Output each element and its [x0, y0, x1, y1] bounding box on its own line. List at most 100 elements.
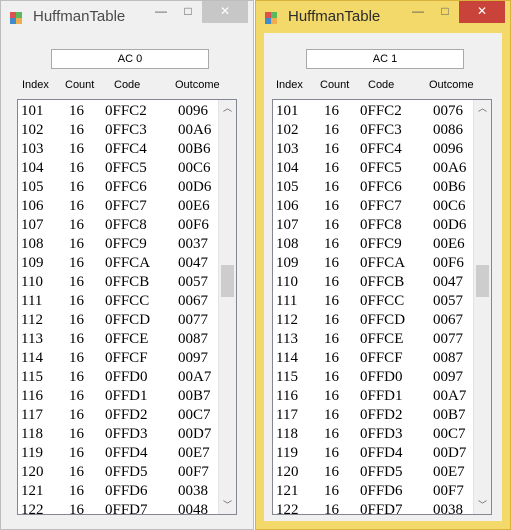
huffman-listbox[interactable]: 101 16 0FFC2 0076 102 16 0FFC3 0086 103 16 0FFC4 00… — [272, 99, 492, 515]
list-item[interactable]: 111 16 0FFCC 0067 — [18, 292, 219, 311]
list-item[interactable]: 103 16 0FFC4 0096 — [273, 140, 474, 159]
huffman-app-icon — [265, 12, 277, 24]
huffman-listbox[interactable]: 101 16 0FFC2 0096 102 16 0FFC3 00A6 103 16 0FFC4 00… — [17, 99, 237, 515]
list-item[interactable]: 102 16 0FFC3 0086 — [273, 121, 474, 140]
list-item[interactable]: 106 16 0FFC7 00C6 — [273, 197, 474, 216]
chevron-down-icon: ﹀ — [477, 500, 487, 510]
cell-outcome: 00C6 — [433, 198, 466, 214]
cell-outcome: 00B6 — [433, 179, 466, 195]
maximize-button[interactable]: □ — [175, 1, 201, 23]
scroll-thumb[interactable] — [476, 265, 489, 297]
list-item[interactable]: 102 16 0FFC3 00A6 — [18, 121, 219, 140]
list-item[interactable]: 121 16 0FFD6 00F7 — [273, 482, 474, 501]
cell-code: 0FFC3 — [105, 122, 147, 138]
list-item[interactable]: 106 16 0FFC7 00E6 — [18, 197, 219, 216]
cell-outcome: 00F7 — [178, 464, 209, 480]
list-item[interactable]: 113 16 0FFCE 0087 — [18, 330, 219, 349]
list-item[interactable]: 113 16 0FFCE 0077 — [273, 330, 474, 349]
scroll-thumb[interactable] — [221, 265, 234, 297]
title-bar[interactable]: HuffmanTable — □ ✕ — [1, 1, 253, 33]
list-item[interactable]: 112 16 0FFCD 0067 — [273, 311, 474, 330]
cell-count: 16 — [324, 293, 339, 309]
ac-table-textbox[interactable]: AC 1 — [306, 49, 464, 69]
cell-code: 0FFC7 — [360, 198, 402, 214]
list-item[interactable]: 111 16 0FFCC 0057 — [273, 292, 474, 311]
cell-code: 0FFC8 — [360, 217, 402, 233]
cell-index: 101 — [276, 103, 299, 119]
list-item[interactable]: 121 16 0FFD6 0038 — [18, 482, 219, 501]
ac-table-textbox[interactable]: AC 0 — [51, 49, 209, 69]
list-item[interactable]: 114 16 0FFCF 0087 — [273, 349, 474, 368]
list-item[interactable]: 101 16 0FFC2 0076 — [273, 102, 474, 121]
cell-index: 111 — [21, 293, 43, 309]
list-item[interactable]: 115 16 0FFD0 0097 — [273, 368, 474, 387]
minimize-icon: — — [412, 4, 424, 18]
vertical-scrollbar[interactable]: ︿ ﹀ — [218, 100, 236, 514]
list-item[interactable]: 119 16 0FFD4 00D7 — [273, 444, 474, 463]
list-item[interactable]: 117 16 0FFD2 00C7 — [18, 406, 219, 425]
list-item[interactable]: 104 16 0FFC5 00A6 — [273, 159, 474, 178]
list-item[interactable]: 105 16 0FFC6 00B6 — [273, 178, 474, 197]
list-item[interactable]: 108 16 0FFC9 00E6 — [273, 235, 474, 254]
cell-index: 118 — [276, 426, 298, 442]
cell-count: 16 — [324, 141, 339, 157]
close-button[interactable]: ✕ — [459, 1, 505, 23]
list-item[interactable]: 116 16 0FFD1 00B7 — [18, 387, 219, 406]
cell-code: 0FFC3 — [360, 122, 402, 138]
list-item[interactable]: 104 16 0FFC5 00C6 — [18, 159, 219, 178]
cell-code: 0FFCD — [105, 312, 151, 328]
list-item[interactable]: 120 16 0FFD5 00F7 — [18, 463, 219, 482]
cell-index: 111 — [276, 293, 298, 309]
cell-outcome: 0097 — [178, 350, 208, 366]
list-item[interactable]: 118 16 0FFD3 00D7 — [18, 425, 219, 444]
header-code: Code — [114, 79, 141, 91]
list-item[interactable]: 109 16 0FFCA 00F6 — [273, 254, 474, 273]
list-item[interactable]: 105 16 0FFC6 00D6 — [18, 178, 219, 197]
close-button[interactable]: ✕ — [202, 1, 248, 23]
list-item[interactable]: 118 16 0FFD3 00C7 — [273, 425, 474, 444]
list-item[interactable]: 117 16 0FFD2 00B7 — [273, 406, 474, 425]
cell-count: 16 — [324, 483, 339, 499]
list-item[interactable]: 122 16 0FFD7 0048 — [18, 501, 219, 514]
scroll-up-button[interactable]: ︿ — [474, 100, 491, 117]
cell-code: 0FFC4 — [105, 141, 147, 157]
cell-count: 16 — [324, 369, 339, 385]
title-bar[interactable]: HuffmanTable — □ ✕ — [256, 1, 510, 33]
list-item[interactable]: 116 16 0FFD1 00A7 — [273, 387, 474, 406]
maximize-button[interactable]: □ — [432, 1, 458, 23]
cell-count: 16 — [69, 350, 84, 366]
cell-count: 16 — [324, 236, 339, 252]
cell-outcome: 0037 — [178, 236, 208, 252]
scroll-down-button[interactable]: ﹀ — [474, 497, 491, 514]
list-item[interactable]: 107 16 0FFC8 00D6 — [273, 216, 474, 235]
list-item[interactable]: 101 16 0FFC2 0096 — [18, 102, 219, 121]
cell-index: 122 — [276, 502, 299, 515]
list-item[interactable]: 112 16 0FFCD 0077 — [18, 311, 219, 330]
vertical-scrollbar[interactable]: ︿ ﹀ — [473, 100, 491, 514]
list-item[interactable]: 119 16 0FFD4 00E7 — [18, 444, 219, 463]
list-item[interactable]: 110 16 0FFCB 0047 — [273, 273, 474, 292]
cell-code: 0FFCC — [360, 293, 405, 309]
list-item[interactable]: 107 16 0FFC8 00F6 — [18, 216, 219, 235]
list-item[interactable]: 114 16 0FFCF 0097 — [18, 349, 219, 368]
cell-code: 0FFC5 — [360, 160, 402, 176]
header-count: Count — [320, 79, 350, 91]
cell-count: 16 — [324, 274, 339, 290]
list-item[interactable]: 122 16 0FFD7 0038 — [273, 501, 474, 515]
cell-code: 0FFC6 — [105, 179, 147, 195]
minimize-button[interactable]: — — [148, 1, 174, 23]
list-item[interactable]: 120 16 0FFD5 00E7 — [273, 463, 474, 482]
cell-index: 110 — [276, 274, 298, 290]
minimize-button[interactable]: — — [405, 1, 431, 23]
cell-count: 16 — [69, 217, 84, 233]
list-item[interactable]: 115 16 0FFD0 00A7 — [18, 368, 219, 387]
scroll-down-button[interactable]: ﹀ — [219, 497, 236, 514]
list-item[interactable]: 103 16 0FFC4 00B6 — [18, 140, 219, 159]
window-client: AC 1 Index Count Code Outcome 101 16 0FFC2… — [264, 33, 502, 521]
list-item[interactable]: 108 16 0FFC9 0037 — [18, 235, 219, 254]
list-item[interactable]: 110 16 0FFCB 0057 — [18, 273, 219, 292]
header-outcome: Outcome — [175, 79, 220, 91]
list-item[interactable]: 109 16 0FFCA 0047 — [18, 254, 219, 273]
scroll-up-button[interactable]: ︿ — [219, 100, 236, 117]
cell-count: 16 — [69, 445, 84, 461]
